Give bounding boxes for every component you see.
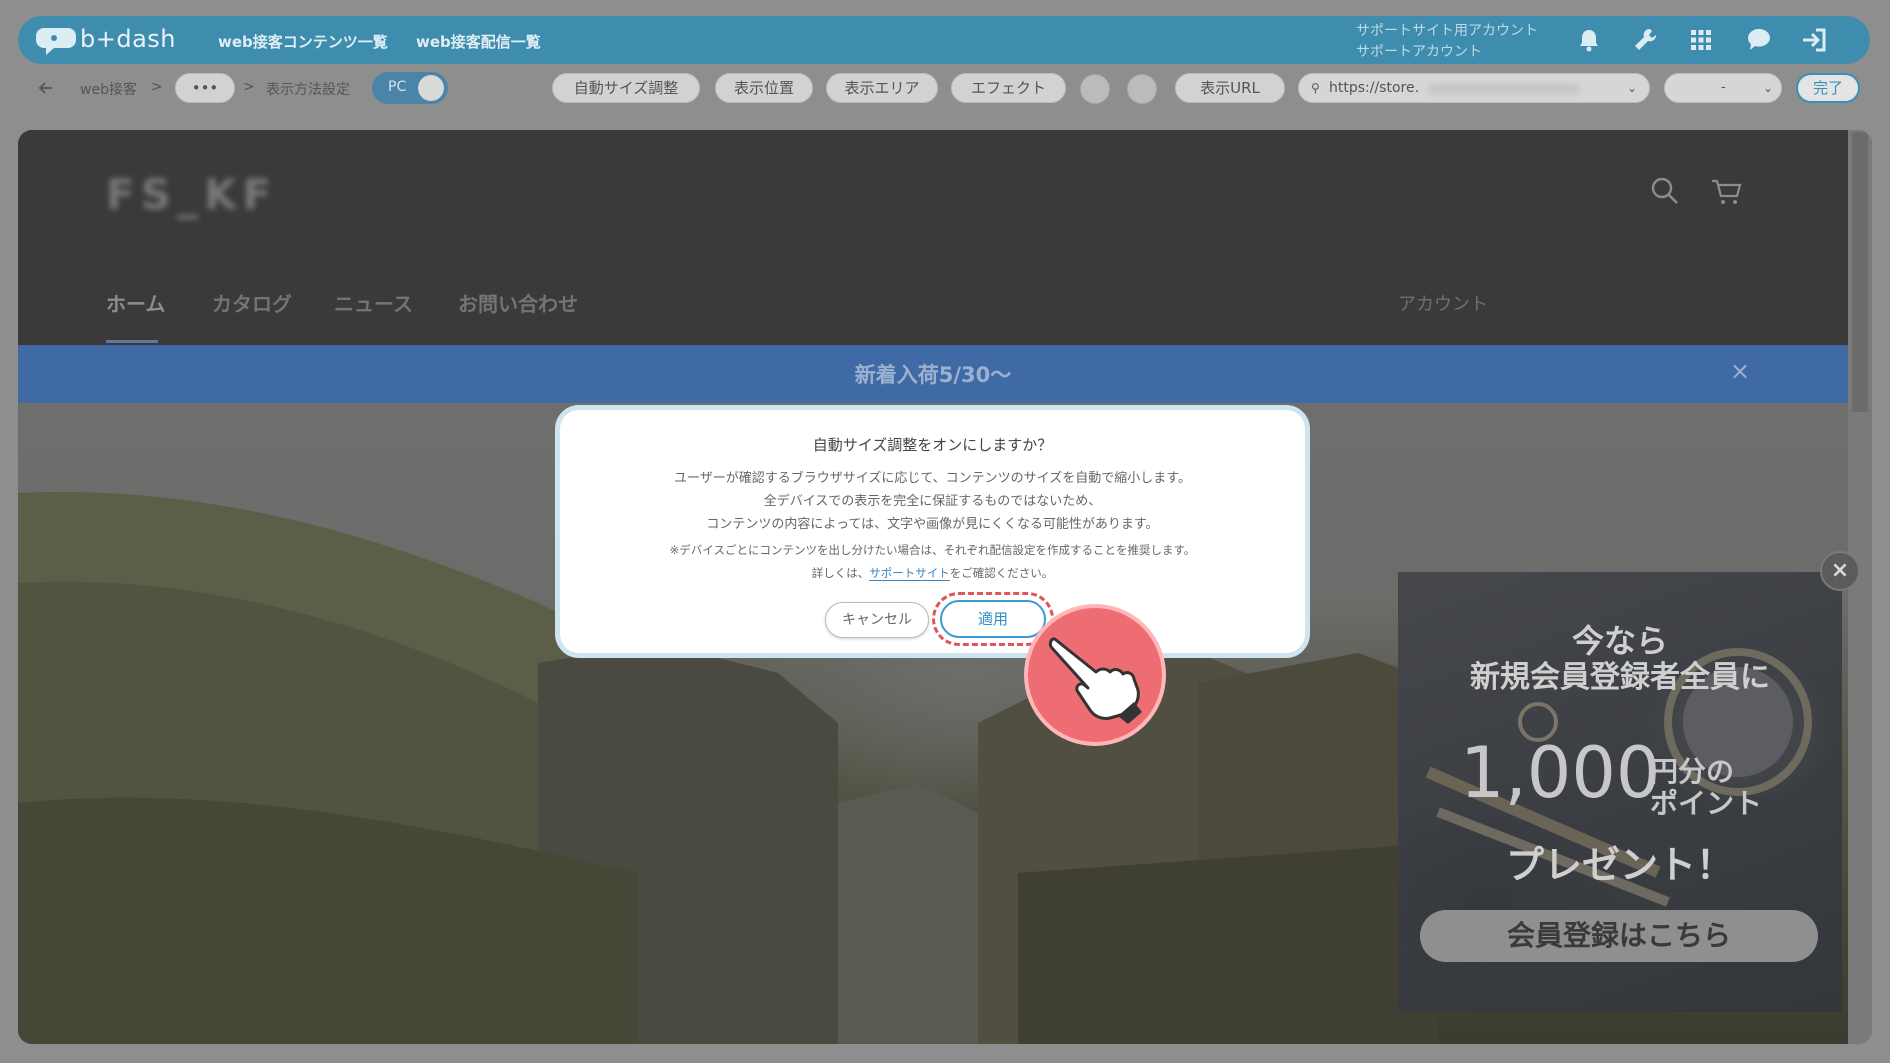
dialog-line-1: ユーザーが確認するブラウザサイズに応じて、コンテンツのサイズを自動で縮小します。 bbox=[673, 471, 1191, 486]
pointing-hand-icon bbox=[1048, 637, 1142, 724]
site-nav-home[interactable]: ホーム bbox=[106, 288, 165, 317]
device-toggle[interactable]: PC bbox=[372, 72, 448, 104]
device-toggle-label: PC bbox=[388, 79, 407, 95]
chat-icon[interactable] bbox=[1744, 25, 1774, 55]
preview-mobile-icon[interactable] bbox=[1127, 74, 1157, 104]
announcement-bar: 新着入荷5/30〜 × bbox=[18, 345, 1848, 403]
account-name: サポートアカウント bbox=[1356, 44, 1482, 60]
popup-close-button[interactable]: × bbox=[1820, 551, 1860, 591]
breadcrumb-separator: > bbox=[243, 79, 255, 95]
account-site-label: サポートサイト用アカウント bbox=[1356, 23, 1538, 39]
site-header: FS_KF ホーム カタログ ニュース お問い合わせ アカウント bbox=[18, 130, 1848, 345]
ad-line-present: プレゼント！ bbox=[1505, 843, 1734, 887]
cancel-button[interactable]: キャンセル bbox=[825, 602, 929, 638]
search-icon[interactable] bbox=[1650, 176, 1680, 206]
variant-select-value: - bbox=[1721, 80, 1726, 95]
dialog-line-2: 全デバイスでの表示を完全に保証するものではないため、 bbox=[763, 494, 1102, 509]
ad-unit-bottom: ポイント bbox=[1650, 787, 1763, 820]
url-blurred bbox=[1429, 83, 1579, 95]
breadcrumb-separator: > bbox=[151, 79, 163, 95]
member-signup-popup[interactable]: 今なら 新規会員登録者全員に 1,000 円分の ポイント プレゼント！ 会員登… bbox=[1398, 572, 1842, 1012]
dialog-title: 自動サイズ調整をオンにしますか？ bbox=[812, 436, 1053, 454]
dialog-note-2: 詳しくは、サポートサイトをご確認ください。 bbox=[560, 565, 1305, 581]
site-logo[interactable]: FS_KF bbox=[106, 170, 277, 219]
site-nav-account[interactable]: アカウント bbox=[1398, 290, 1488, 316]
bell-icon[interactable] bbox=[1574, 25, 1604, 55]
done-button[interactable]: 完了 bbox=[1796, 73, 1860, 103]
site-nav-catalog[interactable]: カタログ bbox=[212, 288, 292, 317]
breadcrumb-more-button[interactable]: ••• bbox=[175, 73, 235, 103]
tap-hint-badge bbox=[1024, 604, 1166, 746]
note-suffix: をご確認ください。 bbox=[949, 566, 1054, 580]
signup-button[interactable]: 会員登録はこちら bbox=[1420, 910, 1818, 962]
nav-active-indicator bbox=[106, 340, 158, 343]
ad-line-members: 新規会員登録者全員に bbox=[1470, 660, 1770, 695]
display-url-label: 表示URL bbox=[1175, 73, 1285, 103]
support-site-link[interactable]: サポートサイト bbox=[869, 566, 950, 581]
grid-icon[interactable] bbox=[1686, 25, 1716, 55]
logout-icon[interactable] bbox=[1800, 25, 1830, 55]
site-nav-news[interactable]: ニュース bbox=[334, 288, 413, 317]
preview-pc-icon[interactable] bbox=[1080, 74, 1110, 104]
chevron-down-icon: ⌄ bbox=[1627, 81, 1638, 95]
app-logo-text: b+dash bbox=[80, 25, 176, 53]
scrollbar-thumb[interactable] bbox=[1852, 132, 1868, 412]
apply-button[interactable]: 適用 bbox=[940, 600, 1046, 638]
auto-resize-confirm-dialog: 自動サイズ調整をオンにしますか？ ユーザーが確認するブラウザサイズに応じて、コン… bbox=[555, 405, 1310, 658]
back-arrow-icon[interactable] bbox=[38, 80, 54, 96]
site-nav-contact[interactable]: お問い合わせ bbox=[458, 288, 578, 317]
breadcrumb-root[interactable]: web接客 bbox=[80, 79, 137, 99]
announcement-close-button[interactable]: × bbox=[1730, 357, 1750, 385]
display-area-button[interactable]: 表示エリア bbox=[826, 73, 938, 103]
note-prefix: 詳しくは、 bbox=[811, 566, 870, 580]
nav-web-delivery-list[interactable]: web接客配信一覧 bbox=[416, 31, 541, 52]
url-value: https://store. bbox=[1329, 80, 1420, 96]
nav-web-content-list[interactable]: web接客コンテンツ一覧 bbox=[218, 31, 388, 52]
variant-select[interactable]: - ⌄ bbox=[1664, 73, 1782, 103]
cart-icon[interactable] bbox=[1711, 178, 1743, 206]
effect-button[interactable]: エフェクト bbox=[951, 73, 1066, 103]
app-header: b+dash web接客コンテンツ一覧 web接客配信一覧 サポートサイト用アカ… bbox=[18, 16, 1870, 64]
logo-icon bbox=[36, 28, 76, 55]
dialog-note-1: ※デバイスごとにコンテンツを出し分けたい場合は、それぞれ配信設定を作成することを… bbox=[669, 543, 1196, 557]
dialog-line-3: コンテンツの内容によっては、文字や画像が見にくくなる可能性があります。 bbox=[706, 517, 1159, 532]
ad-amount: 1,000 bbox=[1460, 732, 1661, 814]
announcement-text: 新着入荷5/30〜 bbox=[854, 363, 1012, 387]
url-select[interactable]: ⚲ https://store. ⌄ bbox=[1298, 73, 1650, 103]
breadcrumb-current: 表示方法設定 bbox=[266, 82, 350, 98]
search-icon: ⚲ bbox=[1311, 81, 1320, 95]
wrench-icon[interactable] bbox=[1630, 25, 1660, 55]
toggle-knob bbox=[418, 75, 444, 101]
auto-resize-button[interactable]: 自動サイズ調整 bbox=[552, 73, 700, 103]
chevron-down-icon: ⌄ bbox=[1763, 81, 1774, 95]
display-position-button[interactable]: 表示位置 bbox=[715, 73, 813, 103]
